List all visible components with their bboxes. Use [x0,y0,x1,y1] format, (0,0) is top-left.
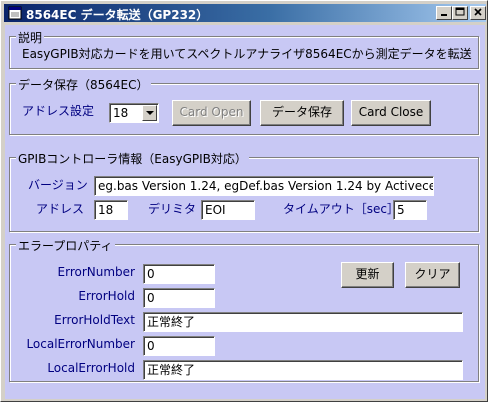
card-close-button[interactable]: Card Close [351,100,431,126]
local-error-hold-field[interactable]: 正常終了 [143,360,463,380]
local-error-hold-label: LocalErrorHold [47,361,135,375]
maximize-icon [455,7,465,16]
error-number-field[interactable]: 0 [143,264,215,284]
chevron-down-icon[interactable] [142,105,157,121]
timeout-field[interactable]: 5 [393,200,427,220]
timeout-label: タイムアウト［sec］ [283,202,399,216]
error-hold-text-field[interactable]: 正常終了 [143,312,463,332]
explanation-legend: 説明 [16,29,45,46]
gpib-info-legend: GPIBコントローラ情報（EasyGPIB対応） [16,150,249,167]
minimize-button[interactable] [436,6,452,20]
data-save-legend: データ保存（8564EC） [16,76,151,93]
maximize-button[interactable] [452,6,468,20]
error-number-label: ErrorNumber [57,265,135,279]
version-label: バージョン [28,178,88,192]
delimiter-field[interactable]: EOI [201,200,255,220]
app-window: 8564EC データ転送（GP232） 説明 EasyGPIB対応カードを用いて… [0,0,488,402]
card-open-button[interactable]: Card Open [172,100,251,126]
data-save-button[interactable]: データ保存 [260,100,344,126]
form-client-area: 説明 EasyGPIB対応カードを用いてスペクトルアナライザ8564ECから測定… [5,25,485,399]
address-select-value: 18 [113,106,129,120]
address-setting-label: アドレス設定 [22,104,95,118]
gpib-info-group: GPIBコントローラ情報（EasyGPIB対応） バージョン eg.bas Ve… [9,150,479,232]
update-button[interactable]: 更新 [341,262,394,288]
clear-button[interactable]: クリア [405,262,460,288]
close-button[interactable] [470,6,486,20]
local-error-number-label: LocalErrorNumber [26,337,135,351]
data-save-group: データ保存（8564EC） アドレス設定 18 Card Open データ保存 … [9,76,479,135]
explanation-text: EasyGPIB対応カードを用いてスペクトルアナライザ8564ECから測定データ… [22,47,472,61]
error-hold-label: ErrorHold [78,289,135,303]
version-field[interactable]: eg.bas Version 1.24, egDef.bas Version 1… [94,176,434,196]
close-icon [474,8,482,16]
window-title: 8564EC データ転送（GP232） [26,8,209,22]
error-property-group: エラープロパティ 更新 クリア ErrorNumber 0 ErrorHold … [9,237,479,382]
gpib-address-label: アドレス [36,202,85,216]
local-error-number-field[interactable]: 0 [143,336,215,356]
explanation-group: 説明 EasyGPIB対応カードを用いてスペクトルアナライザ8564ECから測定… [9,29,479,69]
error-hold-text-label: ErrorHoldText [54,313,135,327]
error-hold-field[interactable]: 0 [143,288,215,308]
gpib-address-field[interactable]: 18 [94,200,128,220]
delimiter-label: デリミタ [148,202,197,216]
app-icon [8,6,22,20]
minimize-icon [441,14,447,16]
error-property-legend: エラープロパティ [16,237,115,254]
address-select[interactable]: 18 [109,103,159,123]
title-bar[interactable]: 8564EC データ転送（GP232） [4,4,486,22]
